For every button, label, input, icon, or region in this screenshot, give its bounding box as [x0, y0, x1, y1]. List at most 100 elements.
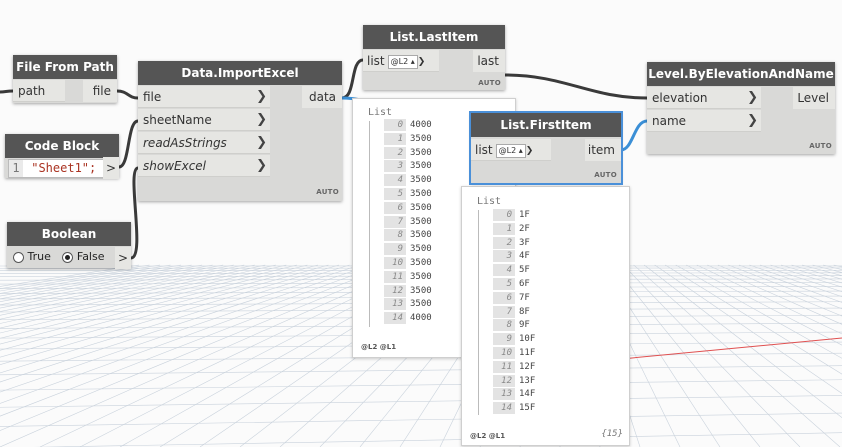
output-port[interactable]: > [115, 247, 131, 269]
list-item: 1 2F [493, 222, 530, 235]
output-port-file[interactable]: file [83, 80, 117, 102]
list-item-index: 14 [384, 312, 406, 325]
input-port-showexcel[interactable]: showExcel ❯ [138, 155, 270, 177]
chevron-right-icon: ❯ [256, 135, 267, 150]
list-item-index: 3 [493, 250, 515, 263]
list-item-value: 3500 [410, 299, 432, 310]
grid-line [0, 264, 318, 351]
grid-line [0, 264, 297, 339]
port-label: sheetName [143, 113, 212, 127]
code-text: "Sheet1"; [31, 161, 97, 175]
chevron-right-icon: ❯ [256, 158, 267, 173]
preview-title: List [368, 107, 393, 118]
list-item-index: 8 [384, 229, 406, 242]
node-file-from-path[interactable]: File From Path path file [13, 55, 117, 103]
input-port-file[interactable]: file ❯ [138, 86, 270, 108]
radio-true-label[interactable]: True [28, 250, 51, 263]
preview-first-item[interactable]: List 0 1F 1 2F 2 3F 3 4F 4 5F 5 6F 6 7F 7 8F 8 9F 9 10F 10 11… [461, 186, 630, 446]
input-port-readasstrings[interactable]: readAsStrings ❯ [138, 132, 270, 154]
node-code-block[interactable]: Code Block 1 "Sheet1"; > [5, 134, 119, 179]
chevron-right-icon: ❯ [256, 89, 267, 104]
list-item-value: 13F [519, 375, 536, 386]
list-item: 5 6F [493, 278, 530, 290]
list-item-value: 3500 [410, 202, 432, 213]
list-item-value: 3500 [410, 189, 432, 199]
input-port-sheetname[interactable]: sheetName ❯ [138, 109, 270, 131]
list-item: 1 3500 [384, 132, 432, 145]
list-item-index: 11 [493, 360, 515, 373]
radio-false-label[interactable]: False [77, 250, 105, 263]
grid-line [633, 264, 841, 447]
spinner-icon[interactable]: ▴ [519, 146, 523, 155]
node-level-by-elevation-and-name[interactable]: Level.ByElevationAndName elevation ❯ nam… [647, 62, 835, 154]
list-item-index: 1 [493, 222, 515, 235]
list-item-index: 12 [493, 374, 515, 387]
list-item-value: 3500 [410, 258, 432, 268]
output-port-item[interactable]: item [585, 139, 621, 161]
lacing-level-selector[interactable]: @L2 ▴ [495, 143, 526, 158]
node-list-first-item[interactable]: List.FirstItem list @L2 ▴ ❯ item AUTO [469, 111, 623, 185]
x-axis-line [599, 337, 842, 362]
lacing-indicator: AUTO [594, 171, 617, 179]
spinner-icon[interactable]: ▴ [411, 57, 415, 66]
grid-line [0, 264, 287, 334]
list-item-index: 7 [384, 215, 406, 228]
node-title: Data.ImportExcel [138, 61, 342, 85]
input-port-name[interactable]: name ❯ [647, 110, 761, 132]
list-item: 6 3500 [384, 201, 432, 214]
input-port-list[interactable]: list @L2 ▴ ❯ [471, 139, 551, 161]
list-item: 2 3500 [384, 146, 432, 159]
list-item-value: 1F [519, 210, 530, 220]
chevron-right-icon: ❯ [747, 113, 758, 128]
list-item-value: 9F [519, 320, 530, 331]
preview-title: List [477, 196, 502, 207]
grid-line [0, 395, 842, 408]
grid-line [675, 264, 842, 359]
list-item-value: 4F [519, 251, 530, 262]
node-data-import-excel[interactable]: Data.ImportExcel file ❯ sheetName ❯ read… [138, 61, 342, 201]
node-title: List.LastItem [363, 25, 505, 49]
preview-footer: @L2 @L1 [361, 343, 397, 351]
input-port-elevation[interactable]: elevation ❯ [647, 87, 761, 109]
grid-line [728, 264, 842, 310]
list-item-value: 15F [519, 403, 536, 414]
port-label: readAsStrings [143, 136, 227, 150]
input-port-path[interactable]: path [13, 80, 65, 102]
radio-false[interactable] [62, 251, 74, 263]
port-label: elevation [652, 91, 708, 105]
output-port-last[interactable]: last [473, 50, 505, 72]
grid-line [0, 379, 842, 391]
lacing-level-selector[interactable]: @L2 ▴ [387, 54, 418, 69]
output-port-data[interactable]: data [302, 86, 342, 108]
list-item-index: 10 [493, 347, 515, 359]
list-item-index: 13 [384, 298, 406, 311]
list-item: 8 3500 [384, 229, 432, 242]
lacing-level-value: @L2 [390, 56, 409, 66]
port-label: showExcel [143, 159, 207, 173]
grid-line [802, 264, 842, 277]
output-port-level[interactable]: Level [793, 87, 835, 109]
list-item-index: 6 [384, 201, 406, 214]
list-item-value: 4000 [410, 120, 432, 130]
list-item-index: 5 [493, 278, 515, 290]
code-editor[interactable]: 1 "Sheet1"; [8, 159, 104, 178]
list-item: 0 4000 [384, 119, 432, 131]
list-item: 2 3F [493, 236, 530, 249]
list-item: 10 11F [493, 347, 535, 359]
list-item-index: 6 [493, 291, 515, 304]
list-item-index: 4 [493, 264, 515, 277]
chevron-right-icon: ❯ [256, 112, 267, 127]
output-port[interactable]: > [103, 157, 119, 179]
list-item-index: 9 [384, 243, 406, 256]
node-list-last-item[interactable]: List.LastItem list @L2 ▴ ❯ last AUTO [363, 25, 505, 90]
radio-true[interactable] [13, 251, 24, 263]
list-item-value: 3F [519, 237, 530, 248]
preview-footer: @L2 @L1 [470, 432, 506, 440]
node-boolean[interactable]: Boolean True False > [7, 222, 131, 269]
list-item: 3 3500 [384, 160, 432, 173]
input-port-list[interactable]: list @L2 ▴ ❯ [363, 50, 439, 72]
lacing-indicator: AUTO [316, 188, 339, 196]
list-item-value: 3500 [410, 244, 432, 255]
grid-line [770, 264, 842, 288]
list-item-index: 1 [384, 132, 406, 145]
